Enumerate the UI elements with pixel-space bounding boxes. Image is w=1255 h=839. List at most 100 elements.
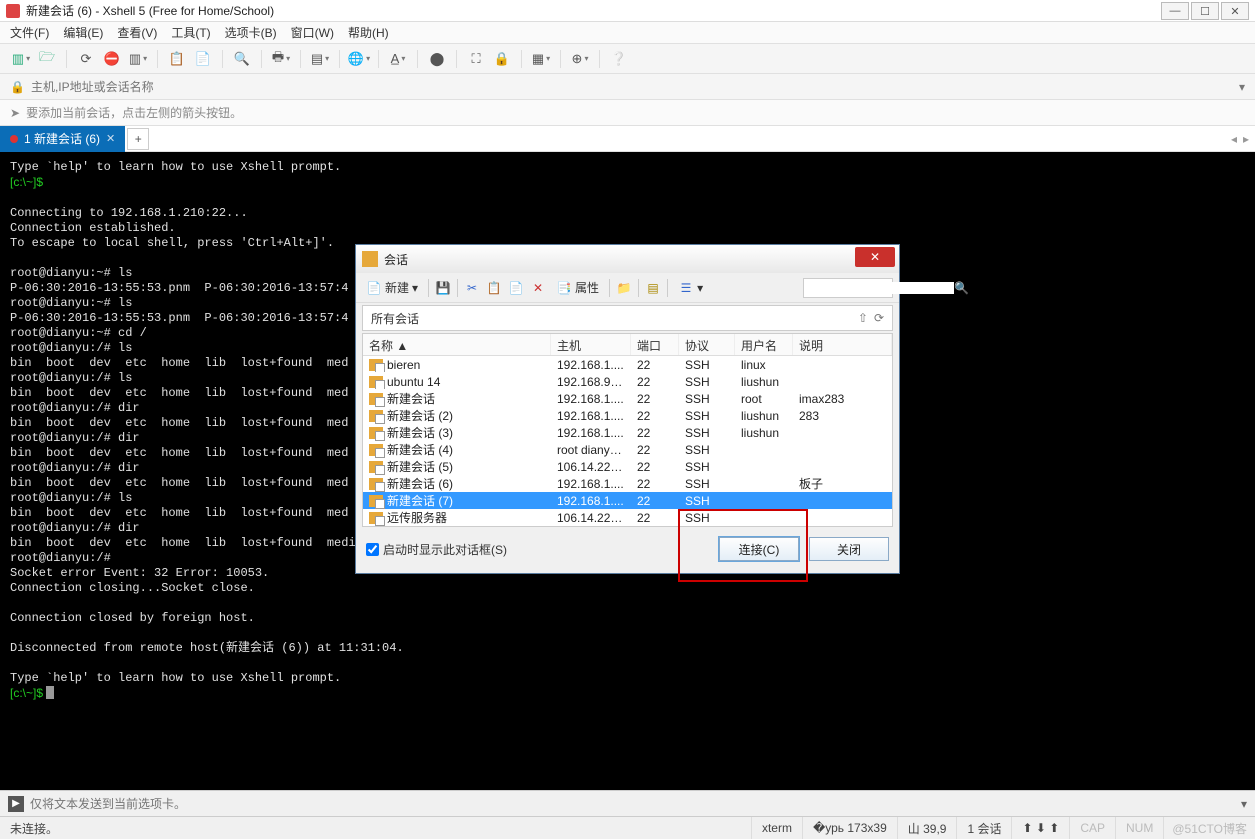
close-button[interactable]: ✕ bbox=[1221, 2, 1249, 20]
tile-icon[interactable]: ▤ bbox=[645, 280, 661, 296]
session-row[interactable]: 新建会话 (5)106.14.220....22SSH bbox=[363, 458, 892, 475]
menu-help[interactable]: 帮助(H) bbox=[348, 24, 389, 41]
paste-icon[interactable]: 📄 bbox=[508, 280, 524, 296]
color-icon[interactable]: ⬤ bbox=[426, 48, 448, 70]
session-row[interactable]: 新建会话 (3)192.168.1....22SSHliushun bbox=[363, 424, 892, 441]
maximize-button[interactable]: ☐ bbox=[1191, 2, 1219, 20]
list-header: 名称 ▲ 主机 端口 协议 用户名 说明 bbox=[363, 334, 892, 356]
command-target-icon[interactable]: ▶ bbox=[8, 796, 24, 812]
copy-icon[interactable]: 📋 bbox=[486, 280, 502, 296]
col-host[interactable]: 主机 bbox=[551, 334, 631, 355]
dialog-path: 所有会话 ⇧ ⟳ bbox=[362, 305, 893, 331]
add-icon[interactable]: ⊕ bbox=[569, 48, 591, 70]
command-dropdown-icon[interactable]: ▾ bbox=[1241, 797, 1247, 811]
globe-icon[interactable]: 🌐 bbox=[348, 48, 370, 70]
session-row[interactable]: ubuntu 14192.168.95....22SSHliushun bbox=[363, 373, 892, 390]
session-row[interactable]: bieren192.168.1....22SSHlinux bbox=[363, 356, 892, 373]
command-bar: ▶ ▾ bbox=[0, 790, 1255, 816]
help-icon[interactable]: ❔ bbox=[608, 48, 630, 70]
hint-arrow-icon[interactable]: ➤ bbox=[10, 106, 20, 120]
status-cap: CAP bbox=[1070, 817, 1116, 839]
hint-bar: ➤ 要添加当前会话，点击左侧的箭头按钮。 bbox=[0, 100, 1255, 126]
menu-edit[interactable]: 编辑(E) bbox=[63, 24, 103, 41]
col-port[interactable]: 端口 bbox=[631, 334, 679, 355]
connect-button[interactable]: 连接(C) bbox=[719, 537, 799, 561]
session-row[interactable]: 远传服务器106.14.220....22SSH bbox=[363, 509, 892, 526]
lock-icon[interactable]: 🔒 bbox=[491, 48, 513, 70]
command-input[interactable] bbox=[30, 797, 1235, 811]
startup-checkbox[interactable]: 启动时显示此对话框(S) bbox=[366, 541, 507, 558]
dialog-close-button[interactable]: ✕ bbox=[855, 247, 895, 267]
layout-icon[interactable]: ▦ bbox=[530, 48, 552, 70]
status-bar: 未连接。 xterm �урь 173x39 山 39,9 1 会话 ⬆ ⬇ ⬆… bbox=[0, 816, 1255, 839]
tab-label: 1 新建会话 (6) bbox=[24, 130, 100, 147]
terminal-icon[interactable]: ▤ bbox=[309, 48, 331, 70]
status-sessions: 1 会话 bbox=[957, 817, 1012, 839]
tab-next-icon[interactable]: ▸ bbox=[1243, 132, 1249, 146]
address-dropdown-icon[interactable]: ▾ bbox=[1239, 80, 1245, 94]
fullscreen-icon[interactable]: ⛶ bbox=[465, 48, 487, 70]
hint-text: 要添加当前会话，点击左侧的箭头按钮。 bbox=[26, 104, 242, 121]
sessions-icon[interactable]: ▥ bbox=[127, 48, 149, 70]
address-input[interactable] bbox=[31, 80, 1233, 94]
reconnect-icon[interactable]: ⟳ bbox=[75, 48, 97, 70]
menu-view[interactable]: 查看(V) bbox=[117, 24, 157, 41]
close-dialog-button[interactable]: 关闭 bbox=[809, 537, 889, 561]
sessions-list: 名称 ▲ 主机 端口 协议 用户名 说明 bieren192.168.1....… bbox=[362, 333, 893, 527]
menu-window[interactable]: 窗口(W) bbox=[291, 24, 334, 41]
font-icon[interactable]: A̲ bbox=[387, 48, 409, 70]
tab-bar: 1 新建会话 (6) ✕ + ◂ ▸ bbox=[0, 126, 1255, 152]
menu-tools[interactable]: 工具(T) bbox=[171, 24, 210, 41]
minimize-button[interactable]: — bbox=[1161, 2, 1189, 20]
tab-prev-icon[interactable]: ◂ bbox=[1231, 132, 1237, 146]
save-icon[interactable]: 💾 bbox=[435, 280, 451, 296]
dialog-bottom: 启动时显示此对话框(S) 连接(C) 关闭 bbox=[356, 527, 899, 573]
window-title: 新建会话 (6) - Xshell 5 (Free for Home/Schoo… bbox=[26, 2, 274, 19]
session-row[interactable]: 新建会话 (6)192.168.1....22SSH板子 bbox=[363, 475, 892, 492]
disconnect-icon[interactable]: ⛔ bbox=[101, 48, 123, 70]
session-row[interactable]: 新建会话 (4)root dianyu...22SSH bbox=[363, 441, 892, 458]
folder-icon[interactable]: 📁 bbox=[616, 280, 632, 296]
status-term: xterm bbox=[752, 817, 803, 839]
session-row[interactable]: 新建会话 (2)192.168.1....22SSHliushun283 bbox=[363, 407, 892, 424]
search-icon[interactable]: 🔍 bbox=[231, 48, 253, 70]
new-button[interactable]: 📄新建 ▾ bbox=[362, 277, 422, 298]
menu-tab[interactable]: 选项卡(B) bbox=[225, 24, 277, 41]
dialog-search-input[interactable] bbox=[804, 282, 954, 294]
sessions-dialog: 会话 ✕ 📄新建 ▾ 💾 ✂ 📋 📄 ✕ 📑属性 📁 ▤ ☰ ▾ 🔍 所有会话 … bbox=[355, 244, 900, 574]
tab-session-1[interactable]: 1 新建会话 (6) ✕ bbox=[0, 126, 125, 152]
paste-icon[interactable]: 📄 bbox=[192, 48, 214, 70]
address-lock-icon: 🔒 bbox=[10, 80, 25, 94]
status-num: NUM bbox=[1116, 817, 1164, 839]
properties-button[interactable]: 📑属性 bbox=[552, 277, 603, 298]
copy-icon[interactable]: 📋 bbox=[166, 48, 188, 70]
session-row[interactable]: 新建会话192.168.1....22SSHrootimax283 bbox=[363, 390, 892, 407]
dialog-icon bbox=[362, 251, 378, 267]
up-icon[interactable]: ⇧ bbox=[858, 311, 868, 325]
col-proto[interactable]: 协议 bbox=[679, 334, 735, 355]
col-name[interactable]: 名称 ▲ bbox=[363, 334, 551, 355]
view-button[interactable]: ☰ ▾ bbox=[674, 278, 707, 298]
dialog-title: 会话 bbox=[384, 251, 408, 268]
status-size: �урь 173x39 bbox=[803, 817, 898, 839]
menu-file[interactable]: 文件(F) bbox=[10, 24, 49, 41]
col-desc[interactable]: 说明 bbox=[793, 334, 892, 355]
new-session-icon[interactable]: ▥ bbox=[10, 48, 32, 70]
cut-icon[interactable]: ✂ bbox=[464, 280, 480, 296]
refresh-icon[interactable]: ⟳ bbox=[874, 311, 884, 325]
print-icon[interactable]: 🖶 bbox=[270, 48, 292, 70]
session-row[interactable]: 新建会话 (7)192.168.1....22SSH bbox=[363, 492, 892, 509]
col-user[interactable]: 用户名 bbox=[735, 334, 793, 355]
search-icon[interactable]: 🔍 bbox=[954, 281, 969, 295]
path-text: 所有会话 bbox=[371, 310, 419, 327]
startup-checkbox-input[interactable] bbox=[366, 543, 379, 556]
status-indicators: ⬆ ⬇ ⬆ bbox=[1012, 817, 1070, 839]
tab-close-icon[interactable]: ✕ bbox=[106, 132, 115, 145]
add-tab-button[interactable]: + bbox=[127, 128, 149, 150]
dialog-titlebar[interactable]: 会话 ✕ bbox=[356, 245, 899, 273]
open-icon[interactable]: 🗁 bbox=[36, 48, 58, 70]
dialog-search: 🔍 bbox=[803, 278, 893, 298]
main-toolbar: ▥ 🗁 ⟳ ⛔ ▥ 📋 📄 🔍 🖶 ▤ 🌐 A̲ ⬤ ⛶ 🔒 ▦ ⊕ ❔ bbox=[0, 44, 1255, 74]
status-connection: 未连接。 bbox=[0, 817, 752, 839]
delete-icon[interactable]: ✕ bbox=[530, 280, 546, 296]
